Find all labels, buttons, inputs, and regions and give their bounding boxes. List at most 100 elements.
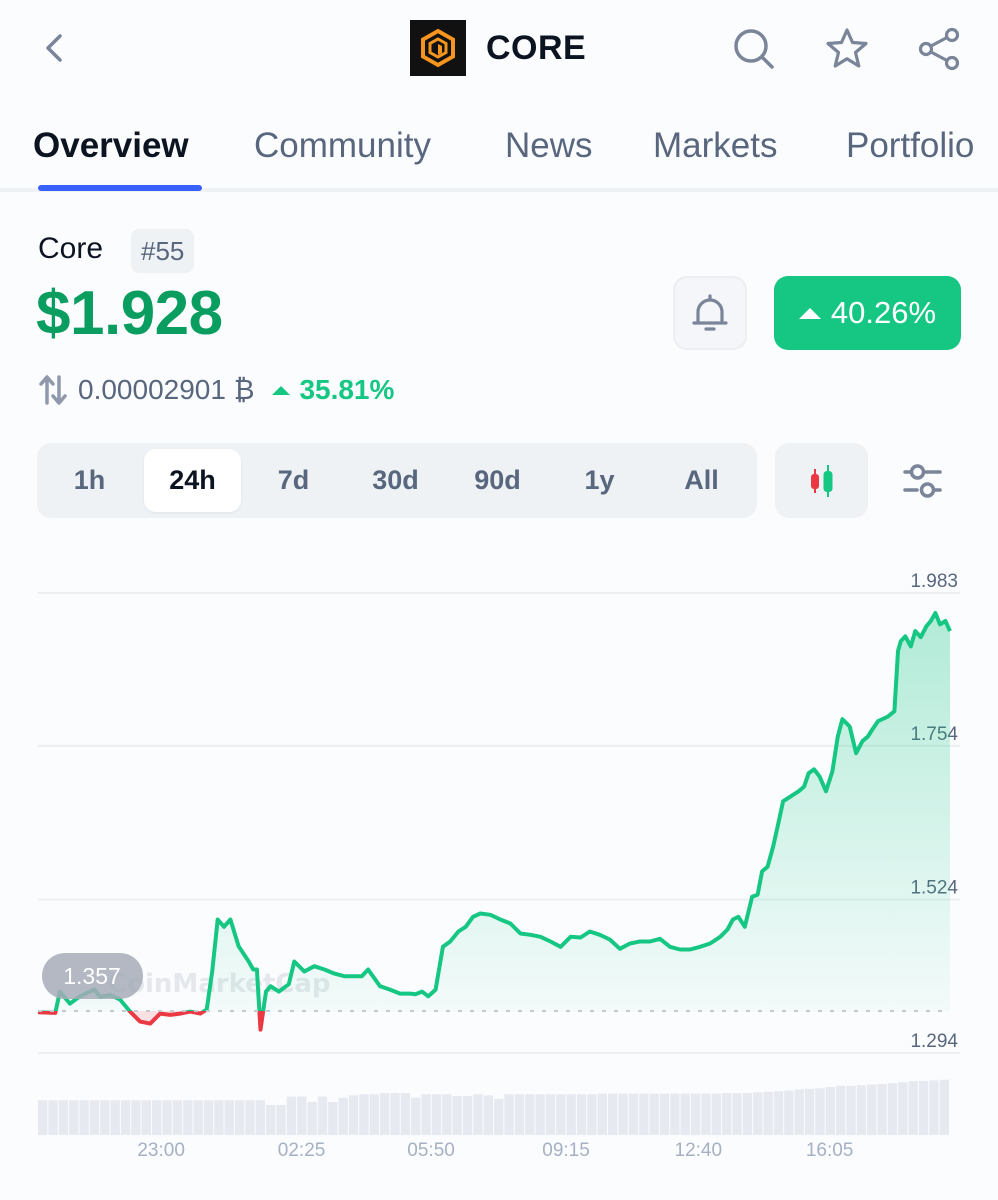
chevron-left-icon — [46, 34, 62, 62]
bell-icon — [692, 294, 728, 331]
tab-portfolio[interactable]: Portfolio — [846, 126, 974, 166]
range-90d[interactable]: 90d — [449, 449, 546, 512]
volume-bar — [452, 1096, 462, 1135]
volume-bar — [867, 1084, 877, 1135]
volume-bar — [804, 1088, 815, 1135]
core-logo-icon — [410, 20, 466, 76]
swap-arrows-icon[interactable] — [38, 374, 68, 406]
volume-bar — [141, 1100, 151, 1135]
volume-bar — [400, 1093, 411, 1135]
volume-bar — [846, 1085, 856, 1135]
volume-bar — [618, 1093, 628, 1135]
candlestick-toggle-button[interactable] — [775, 443, 868, 518]
volume-bar — [597, 1093, 607, 1135]
volume-bar — [120, 1100, 131, 1135]
volume-bar — [348, 1095, 359, 1135]
tab-overview[interactable]: Overview — [33, 126, 189, 166]
range-30d[interactable]: 30d — [347, 449, 444, 512]
tab-bar: Overview Community News Markets Portfoli… — [0, 110, 998, 192]
price-alert-button[interactable] — [673, 276, 747, 350]
search-icon — [734, 29, 774, 69]
x-tick-label: 23:00 — [137, 1140, 185, 1161]
volume-bar — [639, 1093, 649, 1135]
volume-bar — [929, 1080, 939, 1135]
volume-bar — [701, 1093, 711, 1135]
share-icon — [918, 27, 960, 71]
tab-news[interactable]: News — [505, 126, 593, 166]
back-button[interactable] — [36, 28, 76, 68]
btc-change-value: 35.81% — [299, 374, 395, 405]
volume-bar — [794, 1089, 804, 1135]
coin-name: Core — [38, 232, 104, 265]
x-tick-label: 16:05 — [806, 1140, 854, 1161]
volume-bar — [535, 1094, 545, 1135]
volume-bar — [939, 1079, 949, 1135]
volume-bar — [825, 1087, 835, 1135]
y-tick-label: 1.294 — [910, 1031, 958, 1052]
volume-bar — [317, 1096, 328, 1135]
volume-bar — [494, 1099, 504, 1135]
volume-bar — [276, 1105, 286, 1135]
active-tab-indicator — [38, 185, 202, 191]
tab-markets[interactable]: Markets — [653, 126, 777, 166]
volume-bar — [58, 1100, 69, 1135]
favorite-button[interactable] — [824, 26, 870, 72]
range-1h[interactable]: 1h — [41, 449, 138, 512]
range-all[interactable]: All — [653, 449, 750, 512]
volume-bar — [908, 1081, 918, 1135]
volume-bar — [784, 1090, 794, 1135]
volume-bar — [369, 1094, 379, 1135]
triangle-up-icon — [798, 307, 821, 319]
volume-bar — [380, 1093, 390, 1135]
volume-bar — [297, 1096, 307, 1135]
volume-bar — [608, 1093, 618, 1135]
star-icon — [826, 28, 868, 68]
share-button[interactable] — [917, 26, 963, 72]
volume-bar — [545, 1094, 556, 1135]
volume-bar — [504, 1094, 514, 1135]
volume-bar — [566, 1094, 576, 1135]
triangle-up-icon — [272, 385, 291, 395]
volume-bar — [753, 1092, 763, 1135]
volume-bar — [214, 1100, 224, 1135]
volume-bar — [763, 1091, 773, 1135]
volume-bar — [473, 1094, 483, 1135]
volume-bar — [79, 1100, 89, 1135]
volume-bar — [918, 1081, 929, 1135]
volume-bar — [203, 1100, 214, 1135]
btc-price-row: 0.00002901 ₿ 35.81% — [38, 372, 394, 408]
time-range-selector: 1h 24h 7d 30d 90d 1y All — [37, 443, 757, 518]
volume-bar — [307, 1102, 317, 1135]
volume-bar — [338, 1097, 348, 1135]
price-change-badge: 40.26% — [774, 276, 961, 350]
volume-bar — [742, 1093, 753, 1135]
volume-bar — [255, 1100, 265, 1135]
volume-bar — [659, 1093, 670, 1135]
volume-bar — [773, 1091, 784, 1135]
volume-bar — [411, 1097, 421, 1135]
chart-settings-button[interactable] — [895, 452, 953, 510]
range-24h[interactable]: 24h — [144, 449, 241, 512]
volume-bar — [442, 1094, 452, 1135]
range-7d[interactable]: 7d — [245, 449, 342, 512]
search-button[interactable] — [731, 26, 777, 72]
volume-bar — [110, 1100, 120, 1135]
volume-bar — [525, 1094, 535, 1135]
reference-value-label: 1.357 — [63, 963, 121, 989]
volume-bar — [359, 1094, 369, 1135]
price-change-value: 40.26% — [830, 295, 937, 330]
range-1y[interactable]: 1y — [551, 449, 648, 512]
btc-change: 35.81% — [272, 374, 394, 406]
volume-bar — [856, 1085, 867, 1135]
volume-bar — [183, 1100, 193, 1135]
volume-bar — [514, 1094, 525, 1135]
volume-bar — [162, 1100, 172, 1135]
x-tick-label: 12:40 — [675, 1140, 723, 1161]
coin-brand: CORE — [410, 20, 586, 76]
volume-bar — [462, 1096, 473, 1135]
tab-community[interactable]: Community — [254, 126, 431, 166]
area-fill-up — [38, 613, 950, 1011]
volume-bar — [649, 1093, 659, 1135]
price-chart[interactable]: 1.9831.7541.5241.294 CoinMarketCap 1.357… — [0, 560, 998, 1200]
top-bar: CORE — [0, 0, 998, 100]
